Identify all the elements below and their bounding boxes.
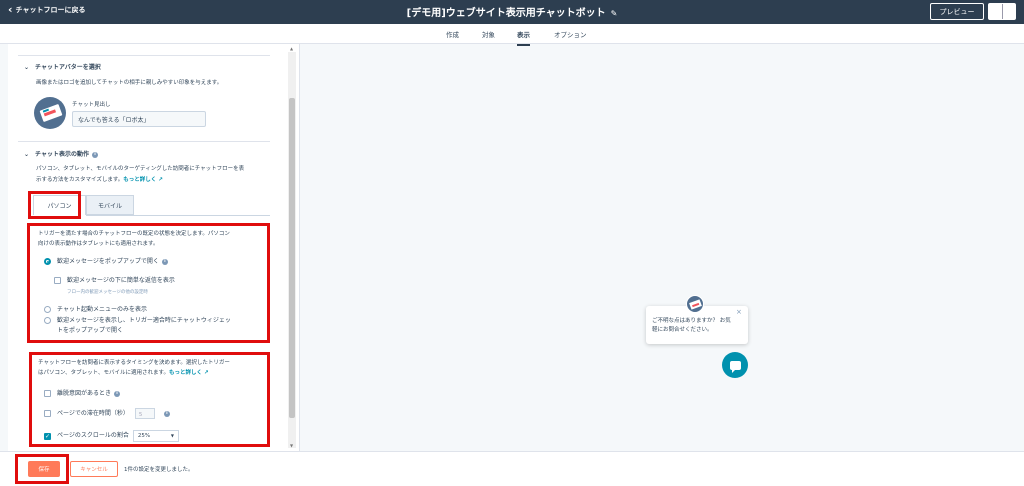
highlight-box-timing-options	[29, 352, 270, 447]
external-link-icon[interactable]: ↗	[156, 177, 163, 183]
page-title-wrap: [デモ用]ウェブサイト表示用チャットボット ✎	[0, 4, 1024, 19]
avatar-section-description: 画像またはロゴを追加してチャットの相手に親しみやすい印象を与えます。	[36, 80, 223, 86]
chat-avatar-image[interactable]	[34, 97, 66, 129]
highlight-box-desktop-tab	[28, 191, 81, 219]
robot-card-icon	[39, 103, 63, 123]
behavior-description-line1: パソコン、タブレット、モバイルのターゲティングした訪問者にチャットフローを表	[36, 166, 245, 172]
learn-more-link[interactable]: もっと詳しく	[123, 177, 156, 183]
robot-card-icon	[689, 299, 702, 310]
welcome-message-line2: 軽にお問合せください。	[652, 327, 713, 333]
page-title: [デモ用]ウェブサイト表示用チャットボット	[406, 8, 606, 19]
behavior-section-header[interactable]: ⌄ チャット表示の動作 i	[24, 149, 98, 158]
chevron-down-icon: ⌄	[24, 64, 30, 71]
tab-display[interactable]: 表示	[517, 29, 530, 46]
avatar-section-header[interactable]: ⌄ チャットアバターを選択	[24, 62, 101, 71]
subtab-mobile[interactable]: モバイル	[86, 195, 134, 215]
tab-build[interactable]: 作成	[446, 29, 459, 39]
scrollbar-thumb[interactable]	[289, 98, 295, 418]
chat-heading-label: チャット見出し	[72, 102, 111, 108]
tab-options[interactable]: オプション	[554, 29, 587, 39]
behavior-section-title: チャット表示の動作	[35, 151, 89, 158]
tab-target[interactable]: 対象	[482, 29, 495, 39]
subtab-divider	[86, 215, 270, 216]
divider	[18, 55, 270, 56]
toggle-left-segment[interactable]	[989, 4, 1003, 19]
chat-heading-input[interactable]: なんでも答える「ロボ太」	[72, 111, 206, 127]
welcome-message-line1: ご不明な点はありますか？ お気	[652, 318, 731, 324]
preview-button[interactable]: プレビュー	[930, 3, 984, 20]
behavior-description-line2: 示する方法をカスタマイズします。	[36, 177, 124, 183]
chat-icon	[729, 360, 741, 373]
chat-launcher-button[interactable]	[722, 352, 748, 378]
tab-bar: 作成 対象 表示 オプション	[0, 24, 1024, 46]
chevron-down-icon: ⌄	[24, 151, 30, 158]
toggle-right-segment[interactable]	[1003, 4, 1016, 19]
cancel-button[interactable]: キャンセル	[70, 461, 118, 477]
changes-note: 1件の設定を変更しました。	[124, 467, 194, 473]
view-toggle[interactable]	[988, 3, 1016, 20]
behavior-description-line2-wrap: 示する方法をカスタマイズします。もっと詳しく ↗	[36, 175, 163, 185]
highlight-box-trigger-options	[27, 223, 270, 343]
highlight-box-save	[15, 454, 69, 484]
divider	[18, 141, 270, 142]
info-icon[interactable]: i	[91, 151, 98, 158]
top-bar: ‹ チャットフローに戻る [デモ用]ウェブサイト表示用チャットボット ✎ プレビュ…	[0, 0, 1024, 24]
close-icon[interactable]: ×	[736, 308, 742, 316]
pencil-icon[interactable]: ✎	[611, 9, 618, 18]
avatar-section-title: チャットアバターを選択	[35, 64, 101, 71]
scroll-up-icon[interactable]: ▲	[290, 46, 293, 51]
scroll-down-icon[interactable]: ▼	[290, 443, 293, 448]
preview-avatar	[686, 295, 704, 313]
